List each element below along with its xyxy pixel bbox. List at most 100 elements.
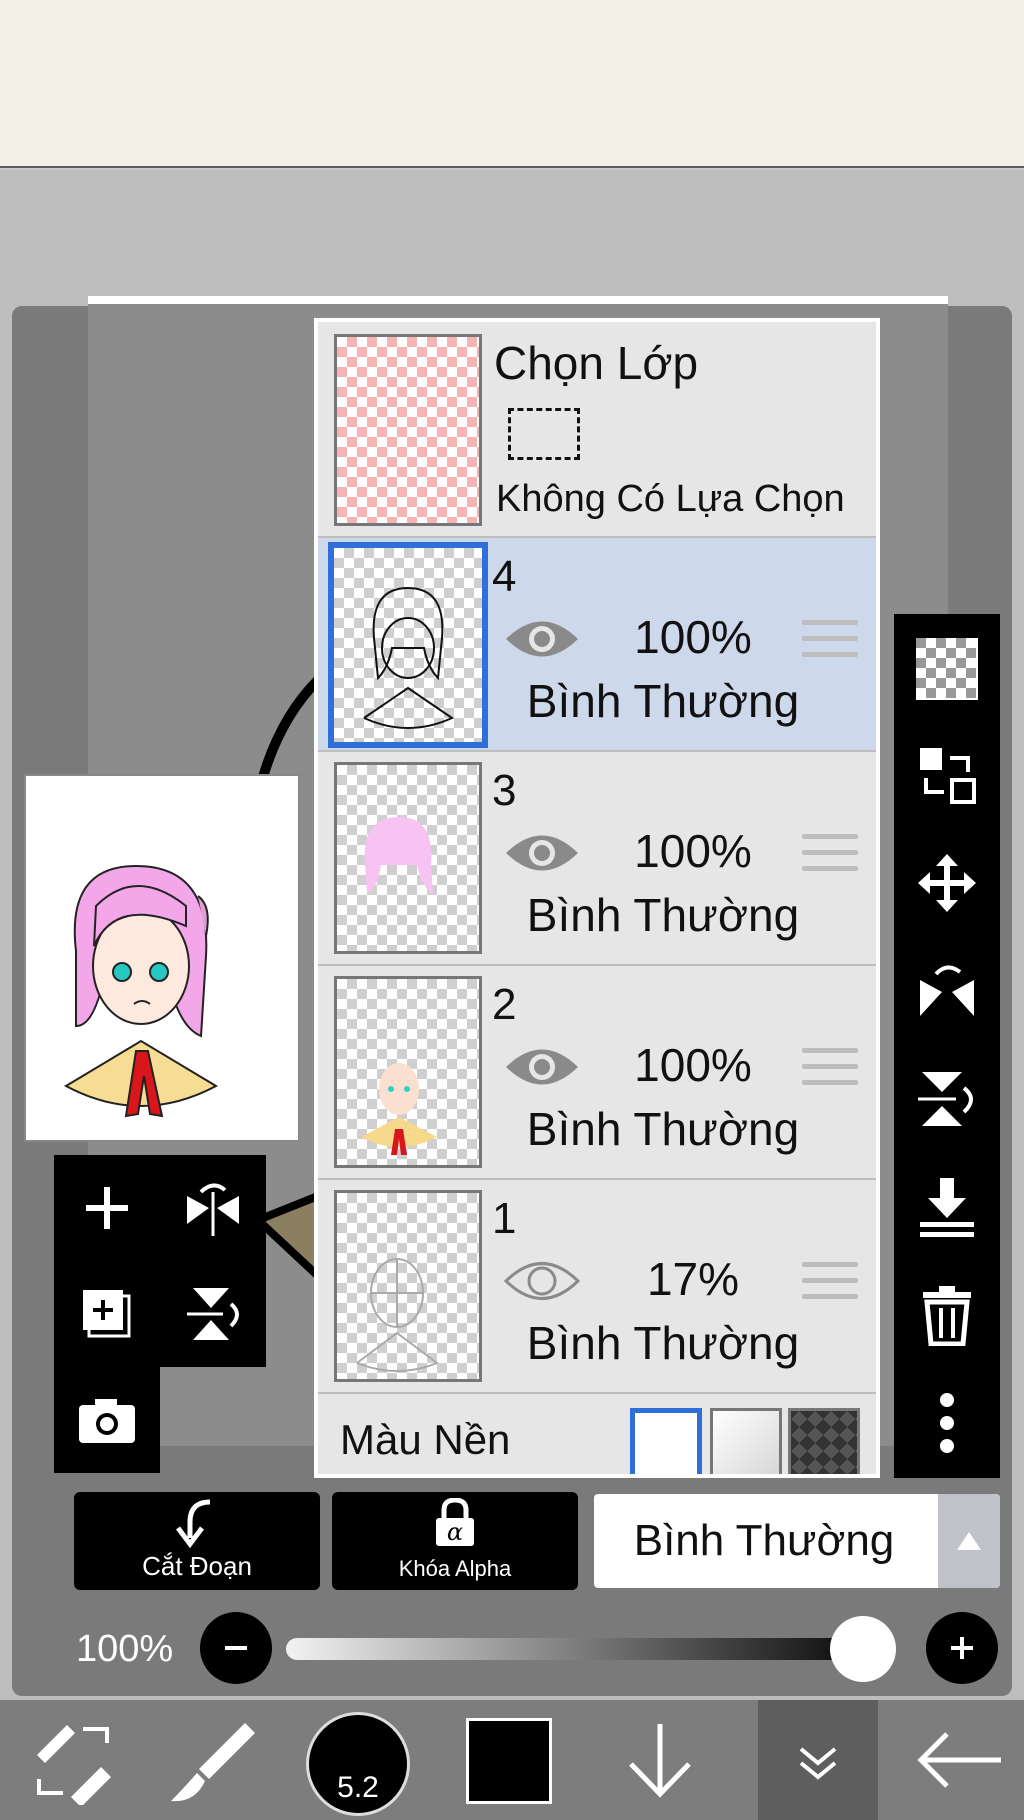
clipping-button[interactable]: Cắt Đoạn bbox=[74, 1492, 320, 1590]
lock-icon: α bbox=[436, 1498, 474, 1546]
layer-blend-mode: Bình Thường bbox=[526, 1317, 800, 1369]
alpha-lock-label: Khóa Alpha bbox=[398, 1556, 512, 1581]
opacity-control: 100% bbox=[0, 1608, 1024, 1688]
minus-icon bbox=[225, 1646, 247, 1650]
layer-number: 4 bbox=[492, 552, 517, 601]
camera-button[interactable] bbox=[54, 1367, 160, 1473]
layer-blend-mode: Bình Thường bbox=[526, 675, 800, 727]
brush-size-indicator[interactable]: 5.2 bbox=[306, 1712, 410, 1816]
plus-icon bbox=[951, 1637, 973, 1659]
blend-mode-select[interactable]: Bình Thường bbox=[594, 1494, 1000, 1588]
flip-horizontal-icon bbox=[187, 1183, 239, 1236]
layer-number: 2 bbox=[492, 980, 517, 1029]
selection-title: Chọn Lớp bbox=[494, 337, 699, 389]
clipping-arrow-icon bbox=[176, 1499, 211, 1548]
double-chevron-down-icon bbox=[799, 1747, 837, 1780]
tool-swap-button[interactable] bbox=[12, 1700, 132, 1820]
color-picker-swatch[interactable] bbox=[466, 1718, 552, 1804]
layer-number: 1 bbox=[492, 1194, 517, 1243]
trash-icon bbox=[923, 1286, 971, 1346]
swap-layers-button[interactable] bbox=[894, 722, 1000, 828]
background-dark-swatch[interactable] bbox=[788, 1408, 860, 1474]
more-options-button[interactable] bbox=[894, 1370, 1000, 1476]
selection-marquee-icon bbox=[508, 408, 580, 460]
layer-opacity: 17% bbox=[646, 1253, 740, 1305]
clipping-label: Cắt Đoạn bbox=[142, 1551, 252, 1581]
layer-thumbnail bbox=[334, 976, 482, 1168]
selection-subtitle: Không Có Lựa Chọn bbox=[496, 478, 845, 520]
layer-thumbnail bbox=[334, 1190, 482, 1382]
layer-panel: Chọn Lớp Không Có Lựa Chọn 4 100% Bình T… bbox=[314, 318, 880, 1478]
layer-thumbnail bbox=[328, 542, 488, 748]
layer-opacity: 100% bbox=[634, 825, 752, 877]
arrow-down-icon bbox=[629, 1724, 691, 1798]
drag-handle-icon[interactable] bbox=[802, 1048, 858, 1092]
merge-down-icon bbox=[920, 1178, 974, 1237]
preview-drawing bbox=[63, 864, 219, 1118]
dropdown-arrow-button[interactable] bbox=[938, 1494, 1000, 1588]
camera-icon bbox=[79, 1399, 135, 1443]
flip-horizontal-button[interactable] bbox=[160, 1155, 266, 1261]
back-button[interactable] bbox=[900, 1700, 1020, 1820]
background-white-swatch[interactable] bbox=[630, 1408, 702, 1474]
flip-vertical-right-button[interactable] bbox=[894, 1046, 1000, 1152]
flip-vertical-icon bbox=[918, 1072, 973, 1126]
opacity-slider[interactable] bbox=[286, 1638, 886, 1660]
layer-row-2[interactable]: 2 100% Bình Thường bbox=[318, 966, 876, 1180]
background-color-row: Màu Nền bbox=[318, 1394, 876, 1474]
flip-vertical-button[interactable] bbox=[160, 1261, 266, 1367]
swap-icon bbox=[920, 748, 976, 804]
flip-vertical-icon bbox=[187, 1288, 239, 1340]
layer-opacity: 100% bbox=[634, 611, 752, 663]
add-layer-button[interactable] bbox=[54, 1155, 160, 1261]
eye-icon[interactable] bbox=[504, 1042, 580, 1092]
background-transparent-swatch[interactable] bbox=[710, 1408, 782, 1474]
flip-horizontal-icon bbox=[920, 965, 974, 1016]
layer-thumbnail bbox=[334, 762, 482, 954]
duplicate-layer-button[interactable] bbox=[54, 1261, 160, 1367]
delete-layer-button[interactable] bbox=[894, 1262, 1000, 1368]
layer-opacity: 100% bbox=[634, 1039, 752, 1091]
blend-mode-value: Bình Thường bbox=[633, 1516, 895, 1565]
alpha-lock-button[interactable]: α Khóa Alpha bbox=[332, 1492, 578, 1590]
layer-blend-mode: Bình Thường bbox=[526, 889, 800, 941]
transparency-button[interactable] bbox=[894, 616, 1000, 722]
drag-handle-icon[interactable] bbox=[802, 1262, 858, 1306]
brush-icon bbox=[171, 1723, 255, 1802]
duplicate-icon bbox=[83, 1290, 131, 1338]
opacity-decrease-button[interactable] bbox=[200, 1612, 272, 1684]
brush-tool-button[interactable] bbox=[150, 1700, 270, 1820]
eye-icon[interactable] bbox=[504, 614, 580, 664]
brush-size-value: 5.2 bbox=[337, 1771, 379, 1804]
eye-icon[interactable] bbox=[504, 828, 580, 878]
move-icon bbox=[918, 854, 976, 912]
opacity-increase-button[interactable] bbox=[926, 1612, 998, 1684]
layer-row-3[interactable]: 3 100% Bình Thường bbox=[318, 752, 876, 966]
layer-down-button[interactable] bbox=[600, 1700, 720, 1820]
drag-handle-icon[interactable] bbox=[802, 620, 858, 664]
selection-thumbnail bbox=[334, 334, 482, 526]
bottom-toolbar: 5.2 bbox=[0, 1700, 1024, 1820]
drag-handle-icon[interactable] bbox=[802, 834, 858, 878]
triangle-up-icon bbox=[957, 1532, 981, 1550]
layer-blend-mode: Bình Thường bbox=[526, 1103, 800, 1155]
plus-icon bbox=[86, 1187, 128, 1229]
move-button[interactable] bbox=[894, 830, 1000, 936]
right-toolbar bbox=[894, 614, 1000, 1478]
brush-eraser-swap-icon bbox=[37, 1725, 111, 1805]
checkerboard-icon bbox=[916, 638, 978, 700]
eye-outline-icon[interactable] bbox=[504, 1256, 580, 1306]
arrow-left-icon bbox=[917, 1732, 1001, 1788]
more-vertical-icon bbox=[940, 1393, 954, 1453]
layer-row-4[interactable]: 4 100% Bình Thường bbox=[318, 538, 876, 752]
selection-layer-row[interactable]: Chọn Lớp Không Có Lựa Chọn bbox=[318, 322, 876, 538]
layer-row-1[interactable]: 1 17% Bình Thường bbox=[318, 1180, 876, 1394]
background-color-label: Màu Nền bbox=[340, 1416, 511, 1463]
merge-down-button[interactable] bbox=[894, 1154, 1000, 1260]
flip-horizontal-right-button[interactable] bbox=[894, 938, 1000, 1044]
opacity-value-label: 100% bbox=[76, 1628, 174, 1670]
opacity-slider-knob[interactable] bbox=[830, 1616, 896, 1682]
top-bar bbox=[0, 0, 1024, 168]
layer-panel-toggle-button[interactable] bbox=[758, 1700, 878, 1820]
layer-number: 3 bbox=[492, 766, 517, 815]
